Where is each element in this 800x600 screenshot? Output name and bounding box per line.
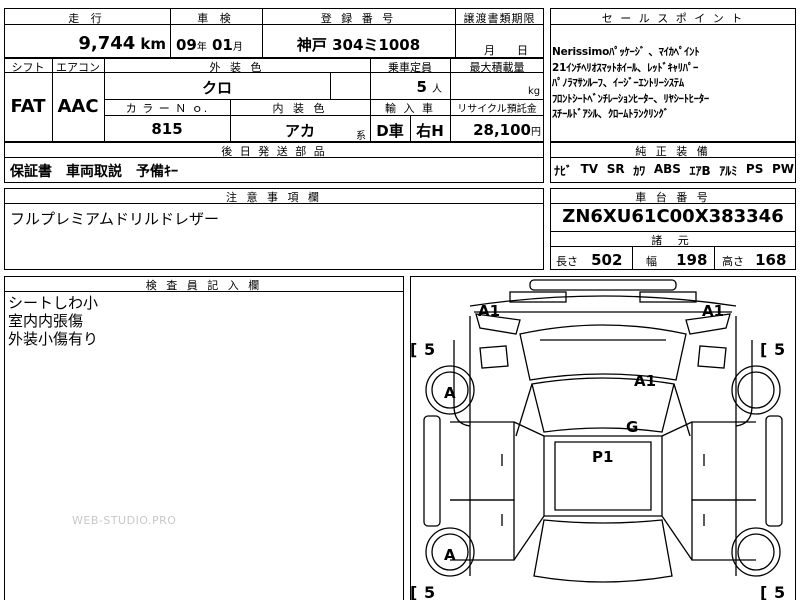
recycle-unit: 円	[531, 127, 541, 138]
capacity-label: 乗車定員	[388, 61, 432, 74]
inspector-label: 検 査 員 記 入 欄	[145, 279, 263, 292]
tire-bracket-rl: [	[410, 583, 417, 600]
equipment-item: ﾅﾋﾞ	[554, 164, 573, 178]
equipment-list: ﾅﾋﾞ TV SR ｶﾜ ABS ｴｱB ｱﾙﾐ PS PW	[554, 162, 794, 179]
equipment-item: ABS	[653, 162, 681, 176]
tire-bracket-rr: [	[760, 583, 767, 600]
selling-point-item: ﾌﾛﾝﾄｼｰﾄﾍﾞﾝﾁﾚｰｼｮﾝﾋｰﾀｰ、ﾘﾔｼｰﾄﾋｰﾀｰ	[552, 92, 709, 105]
equipment-label: 純 正 装 備	[635, 145, 711, 158]
height-field: 高さ 168	[722, 250, 786, 269]
damage-mark-front-left: A1	[478, 302, 500, 320]
inspector-remark-line: シートしわ小	[8, 294, 99, 312]
chassis-label: 車 台 番 号	[635, 191, 711, 204]
interior-color-suffix: 系	[356, 131, 366, 142]
shift-value: FAT	[10, 96, 46, 117]
max-load-label: 最大積載量	[469, 61, 525, 74]
exterior-color-label: 外 装 色	[209, 61, 265, 74]
parts-label: 後 日 発 送 部 品	[221, 145, 327, 158]
selling-point-item: ｽﾁｰﾙﾄﾞｱｼﾙ、ｸﾛｰﾑﾄﾗﾝｸﾘﾝｸﾞ	[552, 108, 669, 120]
equipment-item: ｱﾙﾐ	[719, 164, 738, 178]
height-label: 高さ	[722, 255, 744, 268]
tire-bracket-fl: [	[410, 340, 417, 359]
recycle-label: リサイクル預託金	[457, 104, 537, 115]
inspection-label: 車 検	[197, 12, 235, 25]
selling-points-label: セ ー ル ス ポ イ ン ト	[601, 12, 745, 25]
notes-value: フルプレミアムドリルドレザー	[10, 210, 219, 228]
inspector-remark-line: 室内内張傷	[8, 312, 84, 330]
max-load-unit: kg	[528, 86, 541, 97]
capacity-unit: 人	[432, 84, 442, 95]
damage-mark-front-right: A1	[702, 302, 724, 320]
width-label: 幅	[646, 255, 657, 268]
recycle-value: 28,100円	[450, 120, 544, 139]
inspector-remarks: シートしわ小 室内内張傷 外装小傷有り	[8, 294, 98, 348]
damage-mark-wheel-front-left: A	[444, 384, 456, 402]
tire-bracket-fr: [	[760, 340, 767, 359]
length-label: 長さ	[556, 255, 578, 268]
equipment-item: PW	[771, 162, 794, 176]
ac-label: エアコン	[56, 61, 100, 74]
selling-point-item: 21ｲﾝﾁﾍﾘｵｽﾏｯﾄﾎｲｰﾙ、ﾚｯﾄﾞｷｬﾘﾊﾟｰ	[552, 61, 699, 74]
equipment-item: ｴｱB	[689, 164, 711, 178]
color-no-label: カ ラ ー Ｎ ｏ.	[125, 102, 209, 115]
mileage-value: 9,744 km	[60, 33, 166, 54]
steering-value: 右H	[416, 122, 444, 140]
inspection-month: 01	[211, 36, 233, 54]
equipment-item: SR	[606, 162, 625, 176]
height-value: 168	[755, 251, 787, 269]
inspection-year-unit: 年	[196, 42, 207, 53]
equipment-item: ｶﾜ	[633, 164, 646, 178]
damage-mark-hood: A1	[634, 372, 656, 390]
length-value: 502	[591, 251, 623, 269]
car-diagram: [ 5 [ 5 [ 5 [ 5 A1 A1 A1 G P1 A A	[410, 279, 785, 600]
watermark: WEB-STUDIO.PRO	[72, 514, 177, 527]
inspector-remark-line: 外装小傷有り	[8, 330, 99, 348]
interior-color-label: 内 装 色	[272, 102, 328, 115]
parts-value: 保証書 車両取説 予備ｷｰ	[10, 164, 178, 180]
selling-points-list: Nerissimoﾊﾟｯｹｰｼﾞ 、ﾏｲｶﾍﾟｲﾝﾄ 21ｲﾝﾁﾍﾘｵｽﾏｯﾄﾎ…	[552, 45, 796, 123]
import-label: 輸 入 車	[385, 102, 435, 115]
exterior-color-value: クロ	[201, 79, 232, 97]
notes-label: 注 意 事 項 欄	[226, 191, 322, 204]
dimensions-label: 諸 元	[651, 234, 695, 247]
transfer-deadline-unit: 月 日	[484, 44, 528, 57]
inspection-year: 09	[176, 36, 197, 54]
equipment-item: PS	[745, 162, 764, 176]
color-no-value: 815	[151, 120, 183, 138]
recycle-number: 28,100	[473, 121, 531, 139]
interior-color-value: アカ	[284, 122, 315, 140]
import-value: D車	[376, 122, 404, 140]
tire-depth-front-right: 5	[774, 340, 785, 359]
tire-depth-rear-right: 5	[774, 583, 785, 600]
inspection-value: 09年 01月	[176, 35, 262, 54]
mileage-label: 走 行	[68, 12, 106, 25]
damage-mark-cabin: P1	[592, 448, 613, 466]
ac-value: AAC	[57, 96, 99, 117]
chassis-value: ZN6XU61C00X383346	[562, 206, 784, 227]
transfer-deadline-label: 譲渡書類期限	[463, 12, 536, 25]
tire-depth-front-left: 5	[424, 340, 435, 359]
registration-label: 登 録 番 号	[320, 12, 397, 25]
registration-value: 神戸 304ミ1008	[296, 36, 421, 54]
shift-label: シフト	[11, 61, 45, 74]
inspection-month-unit: 月	[232, 42, 243, 53]
length-field: 長さ 502	[556, 250, 622, 269]
mileage-number: 9,744	[78, 33, 136, 54]
damage-mark-wheel-rear-left: A	[444, 546, 456, 564]
mileage-unit: km	[140, 35, 166, 53]
capacity-number: 5	[416, 78, 427, 96]
equipment-item: TV	[580, 162, 599, 176]
width-value: 198	[676, 251, 708, 269]
selling-point-item: ﾊﾟﾉﾗﾏｻﾝﾙｰﾌ、ｲｰｼﾞｰｴﾝﾄﾘｰｼｽﾃﾑ	[552, 77, 684, 89]
capacity-value: 5 人	[370, 77, 450, 96]
selling-point-item: Nerissimoﾊﾟｯｹｰｼﾞ 、ﾏｲｶﾍﾟｲﾝﾄ	[552, 46, 700, 58]
tire-depth-rear-left: 5	[424, 583, 435, 600]
width-field: 幅 198	[646, 250, 707, 269]
damage-mark-roof: G	[626, 418, 638, 436]
